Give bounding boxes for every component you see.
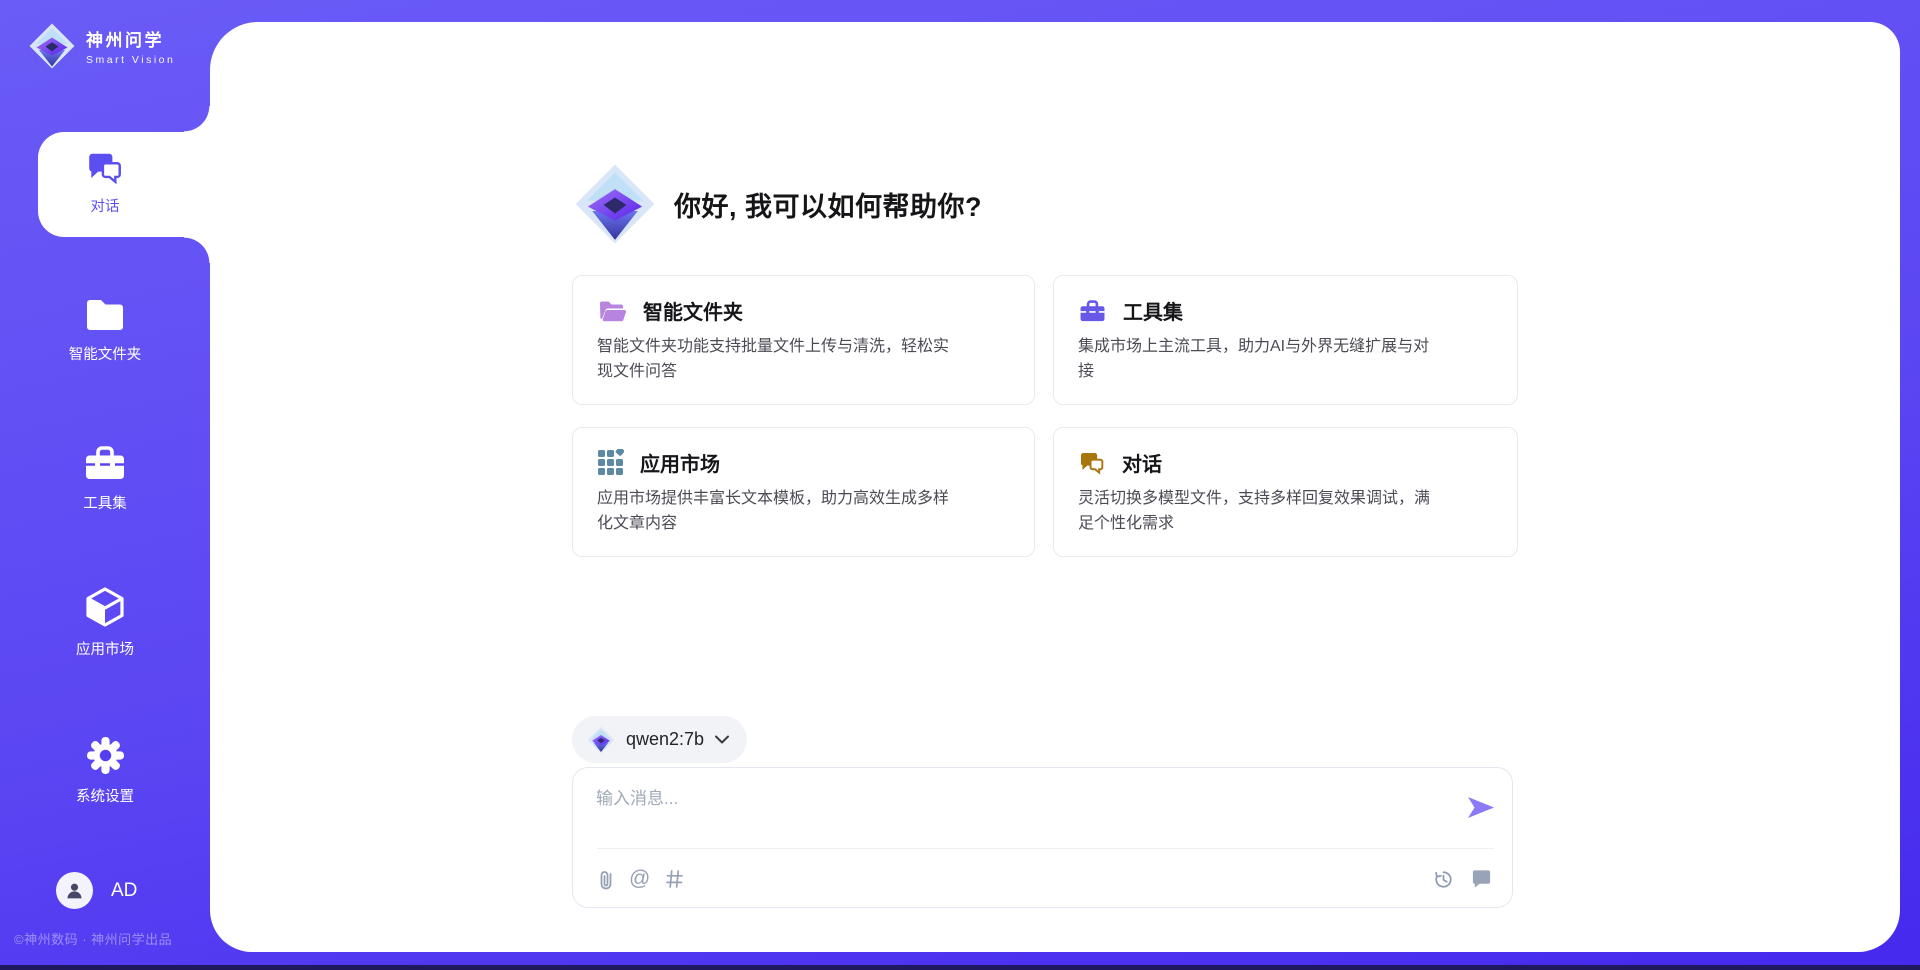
feedback-chat-icon[interactable] [1471, 869, 1492, 889]
card-toolbox[interactable]: 工具集 集成市场上主流工具，助力AI与外界无缝扩展与对接 [1053, 275, 1518, 405]
sidebar-item-label: 智能文件夹 [69, 343, 142, 364]
brand: 神州问学 Smart Vision [28, 22, 175, 70]
composer-right-tools [1433, 869, 1492, 890]
composer-divider [597, 848, 1494, 849]
card-title: 智能文件夹 [643, 296, 743, 325]
sidebar-item-app-market[interactable]: 应用市场 [0, 585, 210, 659]
card-chat[interactable]: 对话 灵活切换多模型文件，支持多样回复效果调试，满足个性化需求 [1053, 427, 1518, 557]
app-grid-icon [597, 449, 624, 476]
composer: @ [572, 767, 1513, 908]
gear-icon [85, 735, 126, 776]
card-title: 对话 [1122, 448, 1162, 477]
sidebar-item-toolbox[interactable]: 工具集 [0, 443, 210, 513]
card-app-market[interactable]: 应用市场 应用市场提供丰富长文本模板，助力高效生成多样化文章内容 [572, 427, 1035, 557]
logo-diamond-icon [28, 22, 76, 70]
card-description: 应用市场提供丰富长文本模板，助力高效生成多样化文章内容 [597, 486, 955, 536]
card-header: 应用市场 [597, 448, 1010, 477]
mention-icon[interactable]: @ [629, 864, 650, 894]
sidebar-item-settings[interactable]: 系统设置 [0, 735, 210, 806]
folder-open-icon [597, 297, 627, 324]
user-profile[interactable]: AD [56, 872, 137, 909]
brand-text: 神州问学 Smart Vision [86, 26, 175, 66]
cube-icon [83, 585, 127, 629]
toolbox-icon [1078, 298, 1107, 324]
brand-subtitle: Smart Vision [86, 54, 175, 66]
card-title: 工具集 [1123, 296, 1183, 325]
avatar [56, 872, 93, 909]
user-name: AD [111, 880, 137, 902]
model-name: qwen2:7b [626, 729, 704, 750]
attachment-icon[interactable] [597, 868, 614, 891]
sidebar-item-chat[interactable]: 对话 [0, 150, 210, 216]
person-icon [64, 880, 85, 901]
message-input[interactable] [596, 783, 1436, 815]
logo-diamond-icon [587, 726, 615, 754]
card-title: 应用市场 [640, 448, 720, 477]
greeting-block: 你好, 我可以如何帮助你? [572, 162, 982, 246]
chat-bubbles-icon [85, 150, 125, 186]
toolbox-icon [82, 443, 128, 483]
folder-icon [83, 296, 127, 334]
send-button[interactable] [1467, 795, 1495, 820]
feature-cards: 智能文件夹 智能文件夹功能支持批量文件上传与清洗，轻松实现文件问答 工具集 集成… [572, 275, 1518, 557]
sidebar-item-label: 应用市场 [76, 638, 134, 659]
chat-bubbles-icon [1078, 450, 1106, 476]
card-smart-folder[interactable]: 智能文件夹 智能文件夹功能支持批量文件上传与清洗，轻松实现文件问答 [572, 275, 1035, 405]
sidebar-footer-text: ©神州数码 · 神州问学出品 [14, 929, 172, 948]
card-header: 对话 [1078, 448, 1493, 477]
card-description: 灵活切换多模型文件，支持多样回复效果调试，满足个性化需求 [1078, 486, 1436, 536]
send-icon [1467, 795, 1495, 820]
window-bottom-strip [0, 965, 1920, 970]
card-header: 智能文件夹 [597, 296, 1010, 325]
card-description: 集成市场上主流工具，助力AI与外界无缝扩展与对接 [1078, 334, 1436, 384]
sidebar: 神州问学 Smart Vision 对话 智能文件夹 工具集 [0, 0, 210, 970]
chevron-down-icon [715, 735, 729, 744]
content-column: 你好, 我可以如何帮助你? 智能文件夹 智能文件夹功能支持批量文件上传与清洗，轻… [572, 22, 1518, 952]
card-description: 智能文件夹功能支持批量文件上传与清洗，轻松实现文件问答 [597, 334, 955, 384]
history-icon[interactable] [1433, 869, 1454, 890]
model-selector[interactable]: qwen2:7b [572, 716, 747, 763]
composer-toolbar: @ [597, 864, 1492, 894]
card-header: 工具集 [1078, 296, 1493, 325]
greeting-text: 你好, 我可以如何帮助你? [674, 185, 982, 224]
sidebar-item-label: 对话 [91, 195, 120, 216]
sidebar-item-label: 系统设置 [76, 785, 134, 806]
sidebar-item-smart-folder[interactable]: 智能文件夹 [0, 296, 210, 364]
logo-diamond-icon [572, 162, 658, 246]
brand-name: 神州问学 [86, 26, 175, 51]
sidebar-item-label: 工具集 [83, 492, 127, 513]
main-panel: 你好, 我可以如何帮助你? 智能文件夹 智能文件夹功能支持批量文件上传与清洗，轻… [210, 22, 1900, 952]
hash-icon[interactable] [665, 869, 684, 889]
